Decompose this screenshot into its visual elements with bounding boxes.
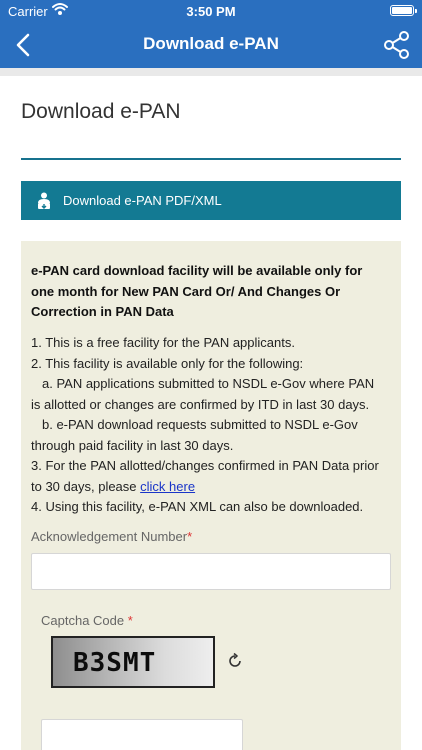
nav-title: Download e-PAN [143,34,279,53]
notice-line: 1. This is a free facility for the PAN a… [31,335,295,350]
notice-line: b. e-PAN download requests submitted to … [42,417,358,432]
required-mark: * [127,613,133,628]
download-epan-label: Download e-PAN PDF/XML [63,193,222,208]
battery-icon [390,5,417,16]
required-mark: * [187,529,193,544]
notice-line: 3. For the PAN allotted/changes confirme… [31,458,379,473]
status-time: 3:50 PM [186,4,236,19]
captcha-label-text: Captcha Code [41,613,125,628]
refresh-icon[interactable] [226,652,244,670]
content-card: Download e-PAN Download e-PAN PDF/XML e-… [0,76,422,750]
notice-heading: e-PAN card download facility will be ava… [31,263,363,319]
nav-bar: Download e-PAN [0,22,422,68]
captcha-label: Captcha Code * [41,613,133,628]
status-bar: Carrier 3:50 PM [0,0,422,22]
notice-line-text: to 30 days, please [31,478,137,494]
captcha-text: B3SMT [73,648,157,678]
person-download-icon [38,192,50,209]
notice-line: 4. Using this facility, e-PAN XML can al… [31,499,364,514]
notice-line: through paid facility in last 30 days. [31,437,234,453]
captcha-input[interactable] [41,719,243,750]
download-epan-button[interactable]: Download e-PAN PDF/XML [21,181,401,220]
notice-line: 2. This facility is available only for t… [31,355,304,371]
title-divider [21,158,401,160]
ack-number-label: Acknowledgement Number* [31,529,192,544]
ack-label-text: Acknowledgement Number [31,529,188,544]
notice-list: 1. This is a free facility for the PAN a… [31,333,397,518]
ack-number-input[interactable] [31,553,391,590]
notice-panel: e-PAN card download facility will be ava… [21,241,401,750]
notice-line: is allotted or changes are confirmed by … [31,396,370,412]
click-here-link[interactable]: click here [140,479,195,494]
page-title: Download e-PAN [21,100,181,123]
share-icon[interactable] [382,30,412,60]
notice-line: a. PAN applications submitted to NSDL e-… [42,376,375,391]
captcha-image: B3SMT [51,636,215,688]
notice-line-with-link: to 30 days, please click here [31,477,397,498]
